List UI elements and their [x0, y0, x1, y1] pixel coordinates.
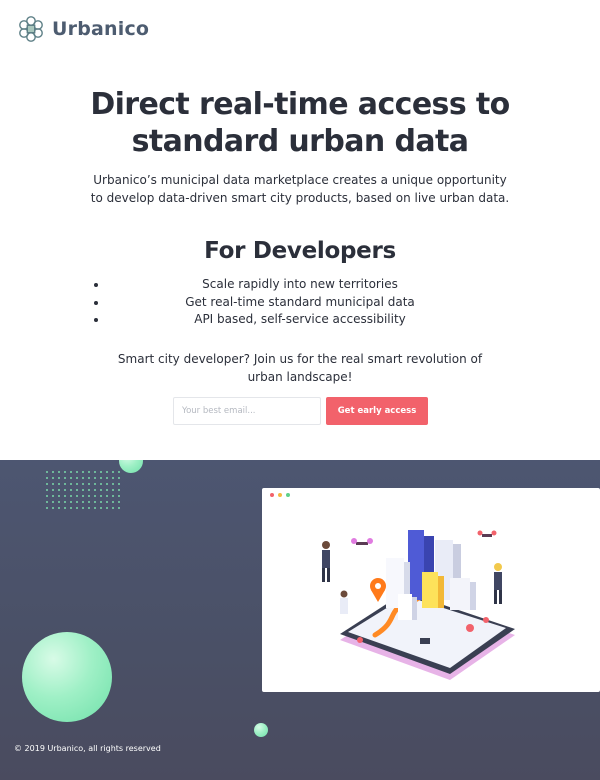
list-item: Get real-time standard municipal data [0, 294, 600, 312]
footer: © 2019 Urbanico, all rights reserved [0, 460, 600, 780]
list-item-text: Scale rapidly into new territories [202, 277, 398, 291]
copyright-text: © 2019 Urbanico, all rights reserved [14, 744, 161, 753]
smart-city-illustration [322, 530, 515, 680]
list-item-text: API based, self-service accessibility [194, 312, 406, 326]
list-item: API based, self-service accessibility [0, 311, 600, 329]
get-early-access-button[interactable]: Get early access [326, 397, 428, 425]
large-bubble-decoration [22, 632, 112, 722]
header: Urbanico [16, 14, 149, 44]
email-field[interactable] [173, 397, 321, 425]
browser-window-mockup [262, 488, 600, 692]
brand-name[interactable]: Urbanico [52, 18, 149, 40]
dot-grid-decoration [44, 469, 124, 509]
developer-benefits-list: Scale rapidly into new territories Get r… [0, 276, 600, 329]
cta-text: Smart city developer? Join us for the re… [117, 351, 483, 384]
minimize-dot-icon [278, 493, 282, 497]
maximize-dot-icon [286, 493, 290, 497]
close-dot-icon [270, 493, 274, 497]
bullet-icon [94, 283, 98, 287]
hero-subtitle: Urbanico’s municipal data marketplace cr… [90, 173, 510, 205]
page-title: Direct real-time access to standard urba… [90, 87, 510, 159]
developers-heading: For Developers [204, 238, 396, 264]
bullet-icon [94, 318, 98, 322]
hero-section: Direct real-time access to standard urba… [0, 86, 600, 386]
list-item: Scale rapidly into new territories [0, 276, 600, 294]
tiny-bubble-decoration [254, 723, 268, 737]
hexagon-network-logo-icon[interactable] [16, 14, 46, 44]
bullet-icon [94, 300, 98, 305]
browser-title-bar [262, 488, 600, 502]
signup-form: Get early access [173, 397, 428, 425]
list-item-text: Get real-time standard municipal data [185, 294, 415, 309]
